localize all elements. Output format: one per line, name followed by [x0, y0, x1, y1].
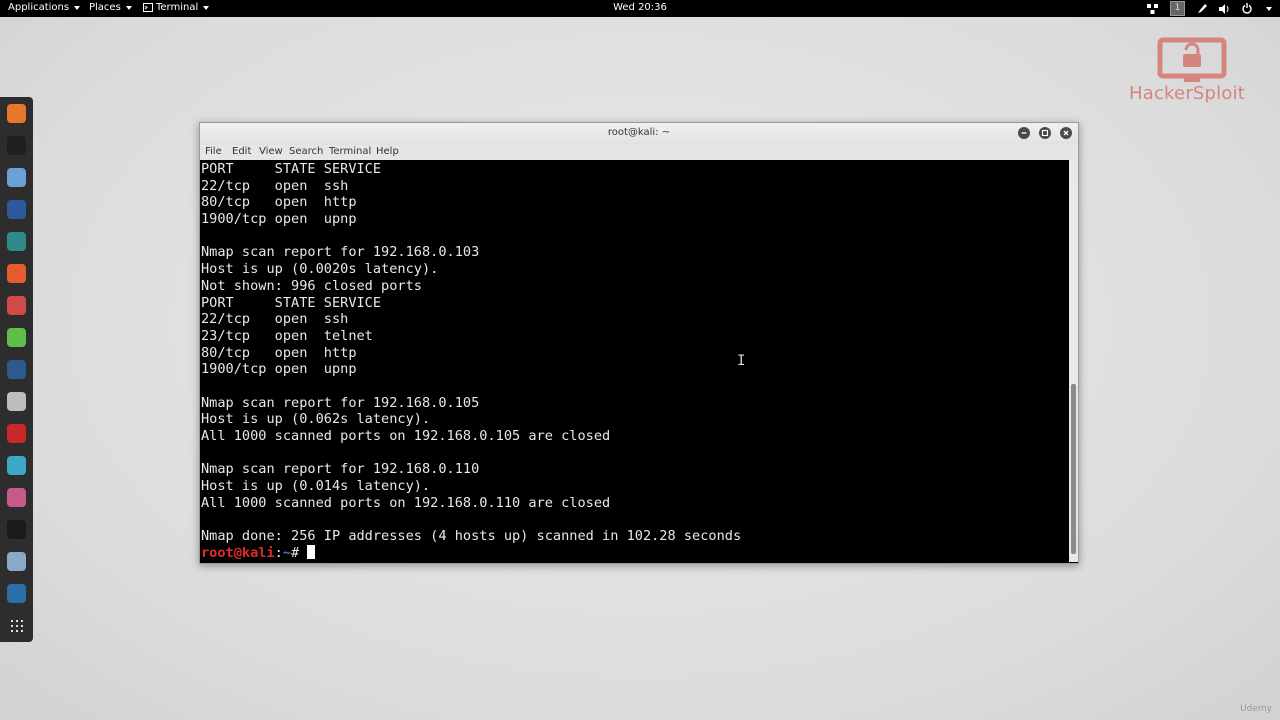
prompt-separator: : [274, 544, 283, 561]
terminal-line: 22/tcp open ssh [201, 177, 349, 194]
toggle-icon[interactable] [7, 488, 26, 507]
close-icon [1063, 130, 1069, 136]
armitage-icon[interactable] [7, 232, 26, 251]
burpsuite-icon[interactable] [7, 264, 26, 283]
logo-text: HackerSploit [1129, 83, 1246, 104]
terminal-line: 80/tcp open http [201, 344, 357, 361]
text-cursor-icon: I [737, 353, 746, 369]
network-icon[interactable] [1147, 3, 1158, 14]
pen-icon[interactable] [1197, 3, 1207, 14]
eye-icon[interactable] [7, 456, 26, 475]
files-icon[interactable] [7, 168, 26, 187]
maltego-icon[interactable] [7, 296, 26, 315]
menu-view[interactable]: View [259, 146, 283, 157]
minimize-icon [1021, 132, 1027, 134]
terminal-line: Host is up (0.062s latency). [201, 411, 431, 428]
terminal-lines: PORT STATE SERVICE 22/tcp open ssh 80/tcp … [201, 161, 741, 562]
window-title: root@kali: ~ [607, 127, 671, 138]
faraday-icon[interactable] [7, 424, 26, 443]
terminal-line: 1900/tcp open upnp [201, 211, 357, 228]
prompt-symbol: # [291, 544, 308, 561]
close-button[interactable] [1060, 127, 1072, 139]
terminal-window: root@kali: ~ File Edit View Search Termi… [199, 122, 1079, 564]
metasploit-icon[interactable] [7, 200, 26, 219]
terminal-line: Nmap done: 256 IP addresses (4 hosts up)… [201, 528, 742, 545]
scrollbar-thumb[interactable] [1071, 384, 1076, 554]
favorites-dock [0, 97, 33, 642]
clock[interactable]: Wed 20:36 [0, 2, 1280, 13]
terminal-line: 80/tcp open http [201, 194, 357, 211]
terminal-line: PORT STATE SERVICE [201, 161, 382, 177]
menu-edit[interactable]: Edit [232, 146, 251, 157]
terminal-icon[interactable] [7, 136, 26, 155]
prompt-path: ~ [282, 544, 292, 561]
notes-icon[interactable] [7, 328, 26, 347]
wordpress-icon[interactable] [7, 584, 26, 603]
power-icon[interactable] [1242, 3, 1252, 14]
terminal-line: 1900/tcp open upnp [201, 361, 357, 378]
terminal-scrollbar[interactable] [1069, 160, 1078, 562]
terminal-line: PORT STATE SERVICE [201, 294, 382, 311]
chevron-down-icon[interactable] [1266, 6, 1272, 11]
system-tray: 1 [1147, 1, 1272, 16]
maximize-button[interactable] [1039, 127, 1051, 139]
terminal-line: Nmap scan report for 192.168.0.105 [201, 394, 480, 411]
window-menubar: File Edit View Search Terminal Help [200, 145, 1078, 160]
terminal-cursor [307, 544, 316, 559]
firefox-icon[interactable] [7, 104, 26, 123]
volume-icon[interactable] [1219, 3, 1230, 14]
terminal-line: Not shown: 996 closed ports [201, 277, 422, 294]
window-titlebar[interactable]: root@kali: ~ [200, 123, 1078, 145]
terminal-line: All 1000 scanned ports on 192.168.0.105 … [201, 428, 611, 444]
terminal-output[interactable]: PORT STATE SERVICE 22/tcp open ssh 80/tcp … [200, 160, 1069, 562]
terminal-line: All 1000 scanned ports on 192.168.0.110 … [201, 494, 611, 511]
prompt-line: root@kali:~# [201, 544, 741, 562]
prompt-user: root@kali [201, 544, 275, 561]
top-panel: Applications Places Terminal Wed 20:36 1 [0, 0, 1280, 17]
kali-dragon-icon[interactable] [7, 360, 26, 379]
terminal-line: 23/tcp open telnet [201, 327, 373, 344]
terminal-line: Host is up (0.014s latency). [201, 478, 431, 495]
terminal-line: 22/tcp open ssh [201, 311, 349, 328]
workspace-indicator[interactable]: 1 [1170, 1, 1185, 16]
keyboard-icon[interactable] [7, 392, 26, 411]
anonymous-icon[interactable] [7, 520, 26, 539]
show-apps-icon[interactable] [7, 616, 26, 635]
watermark: Udemy [1240, 704, 1272, 714]
terminal-line: Nmap scan report for 192.168.0.110 [201, 461, 480, 478]
menu-help[interactable]: Help [376, 146, 399, 157]
terminal-line: Nmap scan report for 192.168.0.103 [201, 244, 480, 261]
menu-terminal[interactable]: Terminal [329, 146, 371, 157]
maximize-icon [1041, 129, 1049, 137]
terminal-line: Host is up (0.0020s latency). [201, 261, 439, 278]
minimize-button[interactable] [1018, 127, 1030, 139]
menu-file[interactable]: File [205, 146, 222, 157]
alien-icon[interactable] [7, 552, 26, 571]
menu-search[interactable]: Search [289, 146, 323, 157]
